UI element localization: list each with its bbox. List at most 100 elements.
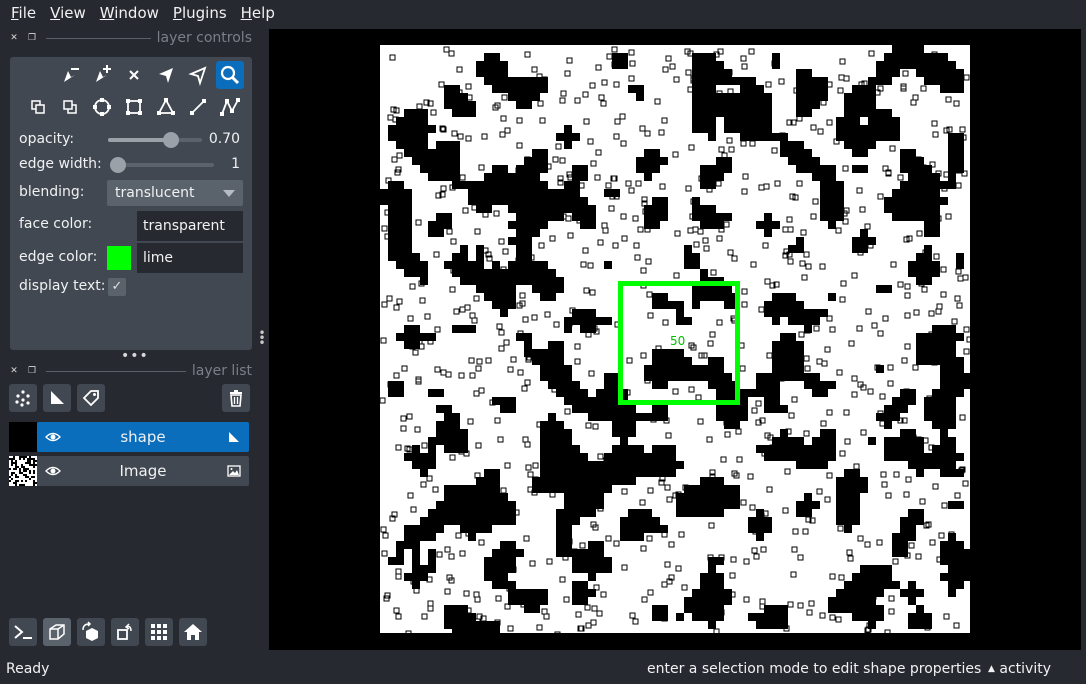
status-bar: Ready enter a selection mode to edit sha… [0, 654, 1086, 684]
rotate-cube-icon [82, 621, 98, 641]
transpose-dims-button[interactable] [111, 618, 139, 646]
transpose-icon [117, 623, 132, 640]
caret-up-icon: ▲ [988, 664, 995, 674]
console-button[interactable] [9, 618, 37, 646]
layer-name: shape [120, 428, 166, 446]
shape-layer-icon [229, 432, 239, 442]
dock-resize-handle[interactable]: ••• [121, 348, 149, 364]
path-icon [220, 98, 240, 116]
menu-bar: File View Window Plugins Help [0, 0, 1086, 26]
move-to-back-icon [63, 100, 77, 114]
shape-text-label: 50 [670, 334, 686, 348]
layer-list-title: layer list [191, 363, 252, 379]
checkmark-icon: ✓ [111, 279, 123, 294]
rectangle-icon [126, 99, 142, 115]
eye-icon[interactable] [45, 429, 61, 445]
line-icon [190, 99, 206, 115]
add-vertex-button[interactable] [88, 61, 116, 89]
activity-button[interactable]: ▲ activity [988, 654, 1051, 684]
edge-color-swatch[interactable] [107, 246, 131, 270]
float-dock-icon[interactable]: ❐ [26, 32, 38, 44]
opacity-slider-fill [108, 138, 167, 142]
dock-splitter-handle[interactable]: • • • [257, 327, 267, 349]
layer-thumbnail [9, 422, 37, 452]
status-message: Ready [6, 661, 50, 677]
layer-row-shape[interactable]: shape [9, 422, 249, 452]
face-color-input[interactable]: transparent [137, 211, 243, 241]
viewer-canvas[interactable]: 50 [269, 29, 1081, 650]
remove-vertex-button[interactable] [56, 61, 84, 89]
chevron-down-icon [223, 190, 235, 197]
select-arrow-icon [159, 68, 173, 83]
image-thumbnail-pattern [9, 456, 37, 486]
new-shapes-layer-button[interactable] [43, 384, 71, 412]
layer-row-image[interactable]: Image [9, 456, 249, 486]
layer-name: Image [119, 462, 167, 480]
edge-width-value: 1 [231, 156, 240, 172]
activity-label: activity [999, 661, 1051, 677]
toggle-ndisplay-button[interactable] [43, 618, 71, 646]
eye-icon[interactable] [45, 463, 61, 479]
label-tag-icon [82, 390, 99, 407]
opacity-value: 0.70 [208, 131, 240, 147]
reset-view-button[interactable] [179, 618, 207, 646]
add-path-button[interactable] [216, 93, 244, 121]
add-ellipse-button[interactable] [88, 93, 116, 121]
pan-zoom-button[interactable] [216, 61, 244, 89]
delete-layer-button[interactable] [222, 384, 250, 412]
add-polygon-button[interactable] [152, 93, 180, 121]
add-rectangle-button[interactable] [120, 93, 148, 121]
trash-icon [230, 390, 242, 407]
float-dock-icon[interactable]: ❐ [26, 365, 38, 377]
display-text-checkbox[interactable]: ✓ [108, 278, 126, 296]
edge-color-input[interactable]: lime [137, 243, 243, 273]
menu-plugins[interactable]: Plugins [166, 0, 234, 26]
select-shapes-button[interactable] [152, 61, 180, 89]
opacity-label: opacity: [19, 131, 75, 147]
grid-view-button[interactable] [145, 618, 173, 646]
edge-width-label: edge width: [19, 156, 102, 172]
menu-window[interactable]: Window [93, 0, 166, 26]
new-points-layer-button[interactable] [9, 384, 37, 412]
edge-color-label: edge color: [19, 249, 98, 265]
zoom-magnifier-icon [220, 65, 240, 85]
move-to-front-icon [31, 100, 45, 114]
menu-file[interactable]: File [4, 0, 43, 26]
remove-vertex-icon [64, 68, 79, 82]
home-icon [184, 624, 202, 640]
add-line-button[interactable] [184, 93, 212, 121]
new-labels-layer-button[interactable] [77, 384, 105, 412]
blending-dropdown-value: translucent [115, 185, 195, 201]
opacity-slider-handle[interactable] [162, 132, 179, 148]
face-color-label: face color: [19, 216, 93, 232]
delete-icon [129, 70, 139, 80]
layer-item-body[interactable]: Image [37, 456, 249, 486]
blending-dropdown[interactable]: translucent [107, 180, 243, 206]
titlebar-divider [46, 370, 186, 372]
points-icon [15, 390, 30, 407]
select-vertices-button[interactable] [184, 61, 212, 89]
add-vertex-icon [96, 65, 111, 82]
ellipse-icon [93, 98, 111, 116]
close-dock-icon[interactable]: ✕ [8, 365, 20, 377]
close-dock-icon[interactable]: ✕ [8, 32, 20, 44]
layer-controls-panel: opacity: 0.70 edge width: 1 blending: tr… [10, 57, 252, 350]
layer-item-body[interactable]: shape [37, 422, 249, 452]
move-back-button[interactable] [56, 93, 84, 121]
layer-list-titlebar: ✕ ❐ layer list [8, 363, 252, 379]
layer-controls-title: layer controls [156, 30, 252, 46]
help-message: enter a selection mode to edit shape pro… [647, 661, 982, 677]
edge-width-slider-handle[interactable] [110, 157, 126, 173]
layer-controls-titlebar: ✕ ❐ layer controls [8, 30, 252, 46]
shapes-icon [51, 391, 64, 404]
polygon-icon [157, 98, 175, 115]
blending-label: blending: [19, 184, 85, 200]
layer-thumbnail [9, 456, 37, 486]
cube-wireframe-icon [49, 624, 65, 640]
menu-help[interactable]: Help [234, 0, 282, 26]
roll-dims-button[interactable] [77, 618, 105, 646]
menu-view[interactable]: View [43, 0, 93, 26]
move-front-button[interactable] [24, 93, 52, 121]
grid-icon [151, 624, 167, 640]
delete-shape-button[interactable] [120, 61, 148, 89]
